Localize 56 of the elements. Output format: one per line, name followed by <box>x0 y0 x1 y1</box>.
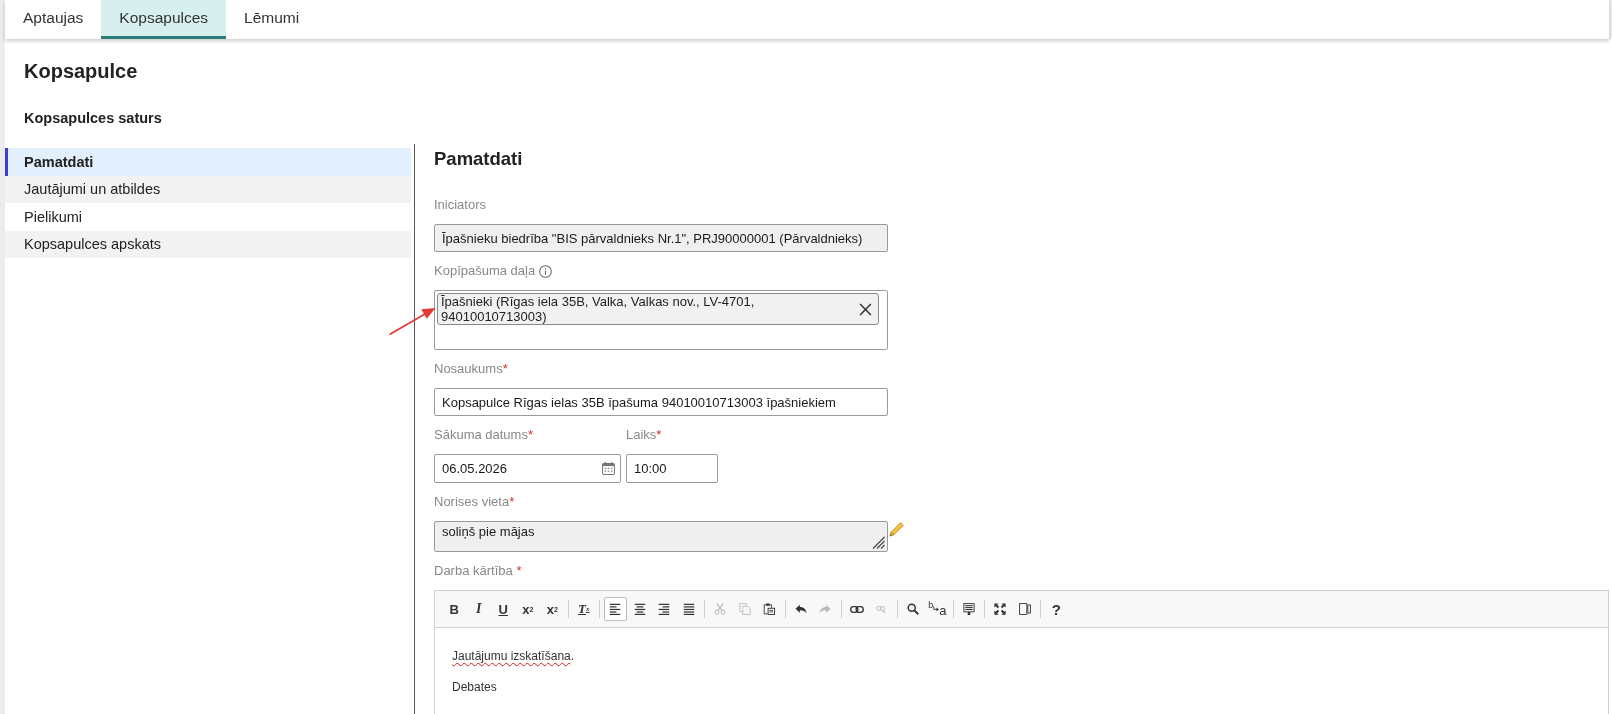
page-title: Kopsapulce <box>24 59 139 83</box>
field-label: Laiks* <box>626 426 662 444</box>
annotation-arrow <box>388 305 436 336</box>
clipboard-icon <box>763 603 776 615</box>
align-left-button[interactable] <box>603 597 627 621</box>
unlink-icon <box>874 605 889 613</box>
align-left-icon <box>609 603 622 615</box>
curved-arrow-icon <box>933 606 940 612</box>
field-label: Iniciators <box>434 196 487 214</box>
date-field[interactable]: 06.05.2026 <box>434 454 621 483</box>
bold-button[interactable]: B <box>442 597 466 621</box>
chip-label: Īpašnieki (Rīgas iela 35B, Valka, Valkas nov., LV-4701, 94010010713003) <box>441 294 756 324</box>
help-button[interactable]: ? <box>1044 597 1068 621</box>
text-field[interactable]: Kopsapulce Rīgas ielas 35B īpašuma 94010010713003 īpašniekiem <box>434 388 888 416</box>
editor-paragraph: Jautājumu izskatīšana. <box>452 648 576 665</box>
time-field[interactable]: 10:00 <box>626 454 718 483</box>
field-label: Kopīpašuma daļa <box>434 262 536 280</box>
field-label: Nosaukums* <box>434 360 508 378</box>
info-icon[interactable] <box>539 264 553 278</box>
align-right-icon <box>658 603 671 615</box>
document-lines-icon <box>962 603 975 615</box>
editor-area[interactable]: Jautājumu izskatīšana. Debates <box>435 628 1608 714</box>
editor-paragraph: Debates <box>452 679 498 696</box>
sidebar-item[interactable]: Kopsapulces apskats <box>5 230 411 258</box>
field-label: Darba kārtība * <box>434 562 522 580</box>
italic-button[interactable]: I <box>467 597 491 621</box>
page-icon <box>1018 603 1031 615</box>
sidebar-item[interactable]: Pielikumi <box>5 203 411 231</box>
tab[interactable]: Kopsapulces <box>101 0 227 39</box>
form-title: Pamatdati <box>434 148 524 170</box>
remove-button[interactable] <box>859 302 872 316</box>
textarea-field: soliņš pie mājas <box>434 521 888 552</box>
search-icon <box>906 603 919 615</box>
close-icon <box>859 302 872 316</box>
text-field: Īpašnieku biedrība "BIS pārvaldnieks Nr.1", PRJ90000001 (Pārvaldnieks) <box>434 224 888 252</box>
redo-icon <box>819 603 832 615</box>
superscript-button[interactable]: x$^{2}$ <box>540 597 564 621</box>
field-label: Sākuma datums* <box>434 426 533 444</box>
calendar-icon[interactable] <box>602 462 615 475</box>
copy-icon <box>738 603 751 615</box>
field-label: Norises vieta* <box>434 493 515 511</box>
justify-icon <box>682 603 695 615</box>
link-icon <box>849 605 864 613</box>
tab[interactable]: Lēmumi <box>226 0 318 39</box>
undo-icon <box>794 603 807 615</box>
underline-button[interactable]: U <box>491 597 515 621</box>
tab[interactable]: Aptaujas <box>5 0 102 39</box>
section-title: Kopsapulces saturs <box>24 109 163 127</box>
sidebar-item[interactable]: Jautājumi un atbildes <box>5 175 411 203</box>
sidebar-item[interactable]: Pamatdati <box>5 148 411 176</box>
maximize-icon <box>994 603 1007 615</box>
pencil-icon <box>889 522 904 537</box>
align-center-icon <box>633 603 646 615</box>
replace-button[interactable]: b a <box>925 597 949 621</box>
scissors-icon <box>714 603 727 615</box>
multiselect-field[interactable]: Īpašnieki (Rīgas iela 35B, Valka, Valkas nov., LV-4701, 94010010713003) <box>434 290 888 350</box>
